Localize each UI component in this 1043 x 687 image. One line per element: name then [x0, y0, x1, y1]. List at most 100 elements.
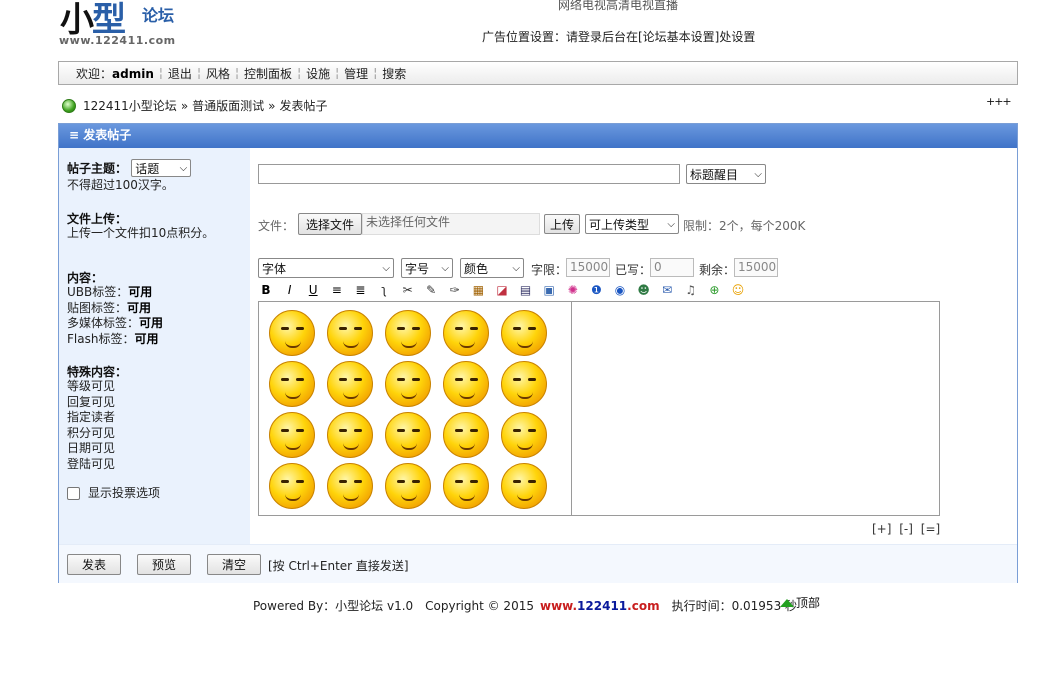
- user-icon[interactable]: ☻: [636, 282, 652, 298]
- submit-button[interactable]: 发表: [67, 554, 121, 575]
- emoji-icon[interactable]: [269, 463, 315, 509]
- remaining-label: 剩余：: [699, 263, 736, 277]
- sound-icon[interactable]: ♫: [683, 282, 699, 298]
- content-label: 内容：: [67, 271, 104, 285]
- remaining-field: 15000: [734, 258, 778, 277]
- special-points[interactable]: 积分可见: [67, 426, 115, 442]
- file-name-field: 未选择任何文件: [362, 213, 540, 235]
- preview-button[interactable]: 预览: [137, 554, 191, 575]
- font-select[interactable]: 字体 ⌵: [258, 258, 394, 278]
- underline-icon[interactable]: U: [305, 282, 321, 298]
- upload-button[interactable]: 上传: [544, 214, 580, 234]
- emoji-icon[interactable]: [327, 310, 373, 356]
- emoji-icon[interactable]: [443, 361, 489, 407]
- upload-type-select[interactable]: 可上传类型 ⌵: [585, 214, 679, 234]
- emoji-icon[interactable]: [327, 361, 373, 407]
- info-icon[interactable]: ❶: [588, 282, 604, 298]
- breadcrumb: 122411小型论坛 » 普通版面测试 » 发表帖子: [62, 97, 328, 114]
- username[interactable]: admin: [112, 67, 154, 81]
- arrow-up-icon: [780, 598, 794, 607]
- strike-icon[interactable]: ✂: [400, 282, 416, 298]
- upload-limit: 限制：2个，每个200K: [683, 219, 806, 233]
- emoji-icon[interactable]: [269, 310, 315, 356]
- char-limit-label: 字限：: [531, 263, 568, 277]
- color-select[interactable]: 颜色 ⌵: [460, 258, 524, 278]
- nav-manage[interactable]: 管理: [339, 65, 373, 82]
- form-content: 标题醒目 ⌵ 文件： 选择文件 未选择任何文件 上传 可上传类型 ⌵ 限制：2个，每…: [250, 148, 1017, 544]
- title-input[interactable]: [258, 164, 680, 184]
- expand-editor-button[interactable]: [+]: [872, 522, 891, 536]
- choose-file-button[interactable]: 选择文件: [298, 213, 362, 235]
- media-icon[interactable]: ⊕: [706, 282, 722, 298]
- top-ad-link[interactable]: 网络电视高清电视直播: [558, 0, 678, 13]
- emoji-icon[interactable]: [385, 412, 431, 458]
- flash-icon[interactable]: ✺: [565, 282, 581, 298]
- special-login[interactable]: 登陆可见: [67, 457, 115, 473]
- align-center-icon[interactable]: ≡: [329, 282, 345, 298]
- nav-search[interactable]: 搜索: [377, 65, 411, 82]
- italic-icon[interactable]: I: [282, 282, 298, 298]
- code-icon[interactable]: ▤: [518, 282, 534, 298]
- play-icon[interactable]: ◉: [612, 282, 628, 298]
- resize-controls: [+] [-] [=]: [872, 522, 940, 536]
- title-color-select[interactable]: 标题醒目 ⌵: [686, 164, 766, 184]
- reset-editor-button[interactable]: [=]: [921, 522, 940, 536]
- vote-checkbox[interactable]: [67, 487, 80, 501]
- nav-settings[interactable]: 设施: [301, 65, 335, 82]
- quick-jump-icon[interactable]: +++: [986, 95, 1012, 108]
- forum-status-icon: [62, 98, 76, 113]
- emoji-icon[interactable]: [385, 361, 431, 407]
- breadcrumb-home[interactable]: 122411小型论坛: [83, 97, 177, 114]
- img-status: 贴图标签：可用: [67, 300, 152, 315]
- paint-icon[interactable]: ✑: [447, 282, 463, 298]
- ubb-status: UBB标签：可用: [67, 285, 153, 299]
- emoji-icon[interactable]: ☺: [730, 282, 746, 298]
- emoji-icon[interactable]: [501, 412, 547, 458]
- page-footer: Powered By：小型论坛 v1.0 Copyright © 2015 ww…: [253, 597, 797, 614]
- emoji-icon[interactable]: [443, 412, 489, 458]
- nav-style[interactable]: 风格: [201, 65, 235, 82]
- ad-setting-text: 广告位置设置：请登录后台在[论坛基本设置]处设置: [482, 30, 756, 44]
- emoji-icon[interactable]: [327, 412, 373, 458]
- written-field: 0: [650, 258, 694, 277]
- media-status: 多媒体标签：可用: [67, 316, 164, 330]
- special-reply[interactable]: 回复可见: [67, 395, 115, 411]
- size-select[interactable]: 字号 ⌵: [401, 258, 453, 278]
- clear-button[interactable]: 清空: [207, 554, 261, 575]
- emoji-icon[interactable]: [385, 310, 431, 356]
- emoji-icon[interactable]: [501, 463, 547, 509]
- subject-select[interactable]: 话题 ⌵: [131, 159, 192, 177]
- special-reader[interactable]: 指定读者: [67, 410, 115, 426]
- emoji-icon[interactable]: [269, 412, 315, 458]
- mail-icon[interactable]: ✉: [659, 282, 675, 298]
- emoji-icon[interactable]: [501, 361, 547, 407]
- wand-icon[interactable]: ✎: [423, 282, 439, 298]
- shrink-editor-button[interactable]: [-]: [899, 522, 913, 536]
- paste-icon[interactable]: ▦: [470, 282, 486, 298]
- nav-control-panel[interactable]: 控制面板: [239, 65, 297, 82]
- written-label: 已写：: [615, 263, 652, 277]
- align-left-icon[interactable]: ≣: [352, 282, 368, 298]
- shortcut-hint: [按 Ctrl+Enter 直接发送]: [268, 559, 409, 573]
- special-date[interactable]: 日期可见: [67, 441, 115, 457]
- action-bar: 发表 预览 清空 [按 Ctrl+Enter 直接发送]: [59, 544, 1017, 583]
- special-level[interactable]: 等级可见: [67, 379, 115, 395]
- back-to-top[interactable]: 顶部: [780, 594, 820, 611]
- eraser-icon[interactable]: ◪: [494, 282, 510, 298]
- emoji-icon[interactable]: [385, 463, 431, 509]
- chevron-down-icon: ⌵: [667, 218, 675, 230]
- image-icon[interactable]: ▣: [541, 282, 557, 298]
- pen-icon[interactable]: ʅ: [376, 282, 392, 298]
- bold-icon[interactable]: B: [258, 282, 274, 298]
- emoji-icon[interactable]: [269, 361, 315, 407]
- emoji-icon[interactable]: [443, 463, 489, 509]
- emoji-icon[interactable]: [327, 463, 373, 509]
- site-logo[interactable]: 小型 论坛 www.122411.com: [58, 0, 188, 48]
- nav-logout[interactable]: 退出: [163, 65, 197, 82]
- chevron-down-icon: ⌵: [179, 162, 188, 174]
- emoji-icon[interactable]: [443, 310, 489, 356]
- breadcrumb-board[interactable]: 普通版面测试: [192, 97, 264, 114]
- site-link[interactable]: www.122411.com: [540, 599, 660, 613]
- emoji-icon[interactable]: [501, 310, 547, 356]
- copyright: Copyright © 2015: [425, 598, 534, 613]
